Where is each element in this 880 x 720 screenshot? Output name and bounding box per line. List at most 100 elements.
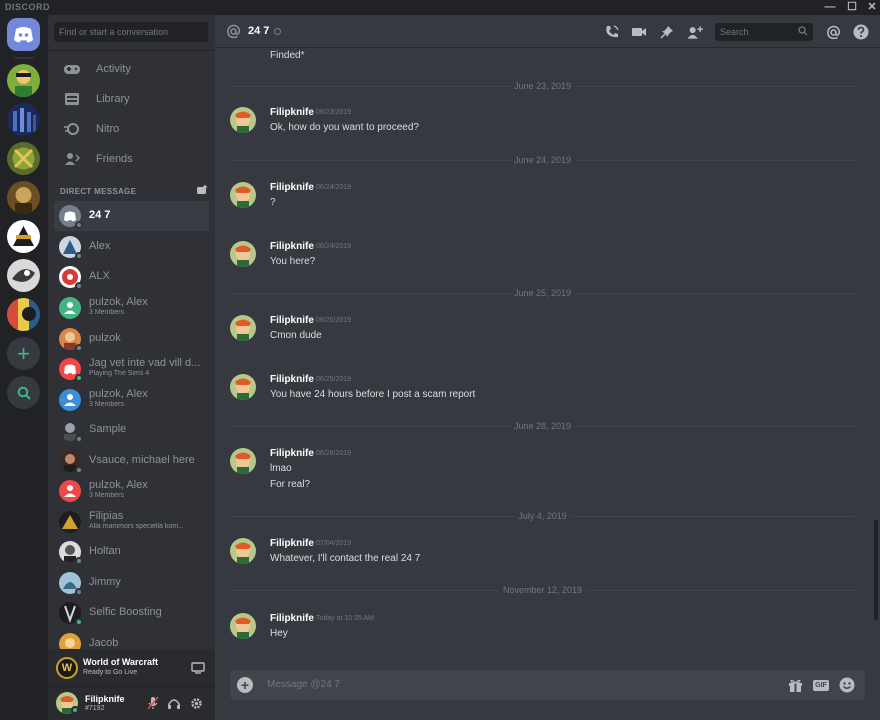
conversation-search-input[interactable]: Find or start a conversation xyxy=(54,22,208,42)
add-friend-icon[interactable] xyxy=(687,24,703,40)
dm-item-24-7[interactable]: 24 7 xyxy=(54,201,209,231)
message-timestamp: 06/23/2019 xyxy=(316,109,352,116)
discord-logo-icon xyxy=(14,27,33,43)
dm-item-sample[interactable]: Sample xyxy=(54,415,209,445)
new-dm-icon[interactable] xyxy=(196,185,208,198)
server-icon-3[interactable] xyxy=(7,142,40,175)
message-author[interactable]: Filipknife xyxy=(270,315,314,326)
mention-icon[interactable] xyxy=(825,24,841,40)
add-server-button[interactable]: + xyxy=(7,337,40,370)
message-timestamp: 06/28/2019 xyxy=(316,450,352,457)
dm-item-vsauce[interactable]: Vsauce, michael here xyxy=(54,446,209,476)
rail-separator xyxy=(14,57,34,59)
video-icon[interactable] xyxy=(631,24,647,40)
dm-name: 24 7 xyxy=(89,209,111,221)
dm-item-group-1[interactable]: pulzok, Alex 3 Members xyxy=(54,293,209,323)
message-author[interactable]: Filipknife xyxy=(270,241,314,252)
message-author[interactable]: Filipknife xyxy=(270,107,314,118)
message-text: Hey xyxy=(270,628,288,639)
status-indicator xyxy=(75,252,83,260)
dm-header-label: DIRECT MESSAGE xyxy=(60,187,137,196)
message-author[interactable]: Filipknife xyxy=(270,374,314,385)
message-input[interactable]: Message @24 7 xyxy=(267,679,340,690)
dm-item-filipias[interactable]: Filipias Alla mammors speciella kom... xyxy=(54,507,209,537)
message-list: Finded* June 23, 2019 Filipknife 06/23/2… xyxy=(215,49,870,659)
dm-name: Jag vet inte vad vill d... xyxy=(89,357,201,369)
date-divider: November 12, 2019 xyxy=(230,585,855,595)
message-continuation: Finded* xyxy=(270,50,305,61)
upload-plus-icon[interactable]: + xyxy=(237,677,253,693)
server-icon-4[interactable] xyxy=(7,181,40,214)
minimize-button[interactable]: — xyxy=(818,1,842,15)
avatar xyxy=(59,633,81,649)
date-divider-label: June 23, 2019 xyxy=(509,81,576,91)
dm-name: Vsauce, michael here xyxy=(89,454,195,466)
nav-label: Activity xyxy=(96,63,131,75)
nav-nitro[interactable]: Nitro xyxy=(54,115,209,143)
dm-item-jacob[interactable]: Jacob xyxy=(54,629,209,649)
dm-name: ALX xyxy=(89,270,110,282)
server-icon-5[interactable] xyxy=(7,220,40,253)
dm-item-group-2[interactable]: pulzok, Alex 3 Members xyxy=(54,385,209,415)
author-avatar[interactable] xyxy=(230,241,256,267)
message-author[interactable]: Filipknife xyxy=(270,448,314,459)
message-author[interactable]: Filipknife xyxy=(270,538,314,549)
dm-item-jag-vet[interactable]: Jag vet inte vad vill d... Playing The S… xyxy=(54,354,209,384)
author-avatar[interactable] xyxy=(230,538,256,564)
activity-icon xyxy=(62,61,82,77)
status-indicator xyxy=(75,557,83,565)
status-indicator xyxy=(75,221,83,229)
mute-microphone-icon[interactable] xyxy=(146,696,160,710)
call-icon[interactable] xyxy=(604,24,620,40)
at-icon xyxy=(226,24,241,44)
author-avatar[interactable] xyxy=(230,182,256,208)
emoji-icon[interactable] xyxy=(839,677,855,693)
plus-icon: + xyxy=(17,340,30,366)
message-author[interactable]: Filipknife xyxy=(270,182,314,193)
scrollbar[interactable] xyxy=(874,520,878,620)
dm-item-jimmy[interactable]: Jimmy xyxy=(54,568,209,598)
dm-item-alx[interactable]: ALX xyxy=(54,262,209,292)
server-icon-2[interactable] xyxy=(7,103,40,136)
date-divider: July 4, 2019 xyxy=(230,511,855,521)
dm-name: Alex xyxy=(89,240,111,252)
message-author[interactable]: Filipknife xyxy=(270,613,314,624)
server-icon-7[interactable] xyxy=(7,298,40,331)
dm-name: Filipias xyxy=(89,510,124,522)
dm-name: pulzok xyxy=(89,332,121,344)
author-avatar[interactable] xyxy=(230,448,256,474)
server-icon-1[interactable] xyxy=(7,64,40,97)
dm-sidebar: Find or start a conversation Activity Li… xyxy=(48,15,215,720)
message-composer[interactable]: + Message @24 7 GIF xyxy=(230,670,865,700)
pin-icon[interactable] xyxy=(659,24,675,40)
nav-friends[interactable]: Friends xyxy=(54,145,209,173)
headphones-icon[interactable] xyxy=(167,696,181,710)
header-search-input[interactable]: Search xyxy=(715,23,813,41)
dm-item-holtan[interactable]: Holtan xyxy=(54,537,209,567)
nav-library[interactable]: Library xyxy=(54,85,209,113)
gift-icon[interactable] xyxy=(787,677,803,693)
dm-item-selfic-boosting[interactable]: Selfic Boosting xyxy=(54,598,209,628)
go-live-icon[interactable] xyxy=(191,661,205,679)
help-icon[interactable] xyxy=(853,24,869,40)
server-avatar-icon xyxy=(7,298,40,331)
user-panel: Filipknife #7192 xyxy=(48,687,215,720)
gear-icon[interactable] xyxy=(189,696,203,710)
author-avatar[interactable] xyxy=(230,315,256,341)
author-avatar[interactable] xyxy=(230,374,256,400)
author-avatar[interactable] xyxy=(230,107,256,133)
nav-activity[interactable]: Activity xyxy=(54,55,209,83)
home-button[interactable] xyxy=(7,18,40,51)
dm-item-group-3[interactable]: pulzok, Alex 3 Members xyxy=(54,476,209,506)
close-button[interactable]: ✕ xyxy=(860,1,880,15)
gif-button[interactable]: GIF xyxy=(813,677,829,693)
server-icon-6[interactable] xyxy=(7,259,40,292)
dm-item-pulzok[interactable]: pulzok xyxy=(54,324,209,354)
explore-servers-button[interactable] xyxy=(7,376,40,409)
dm-item-alex[interactable]: Alex xyxy=(54,232,209,262)
author-avatar[interactable] xyxy=(230,613,256,639)
message-timestamp: 06/24/2019 xyxy=(316,184,352,191)
username: Filipknife xyxy=(85,694,125,704)
server-avatar-icon xyxy=(7,220,40,253)
dm-subtitle: Playing The Sims 4 xyxy=(89,370,150,377)
